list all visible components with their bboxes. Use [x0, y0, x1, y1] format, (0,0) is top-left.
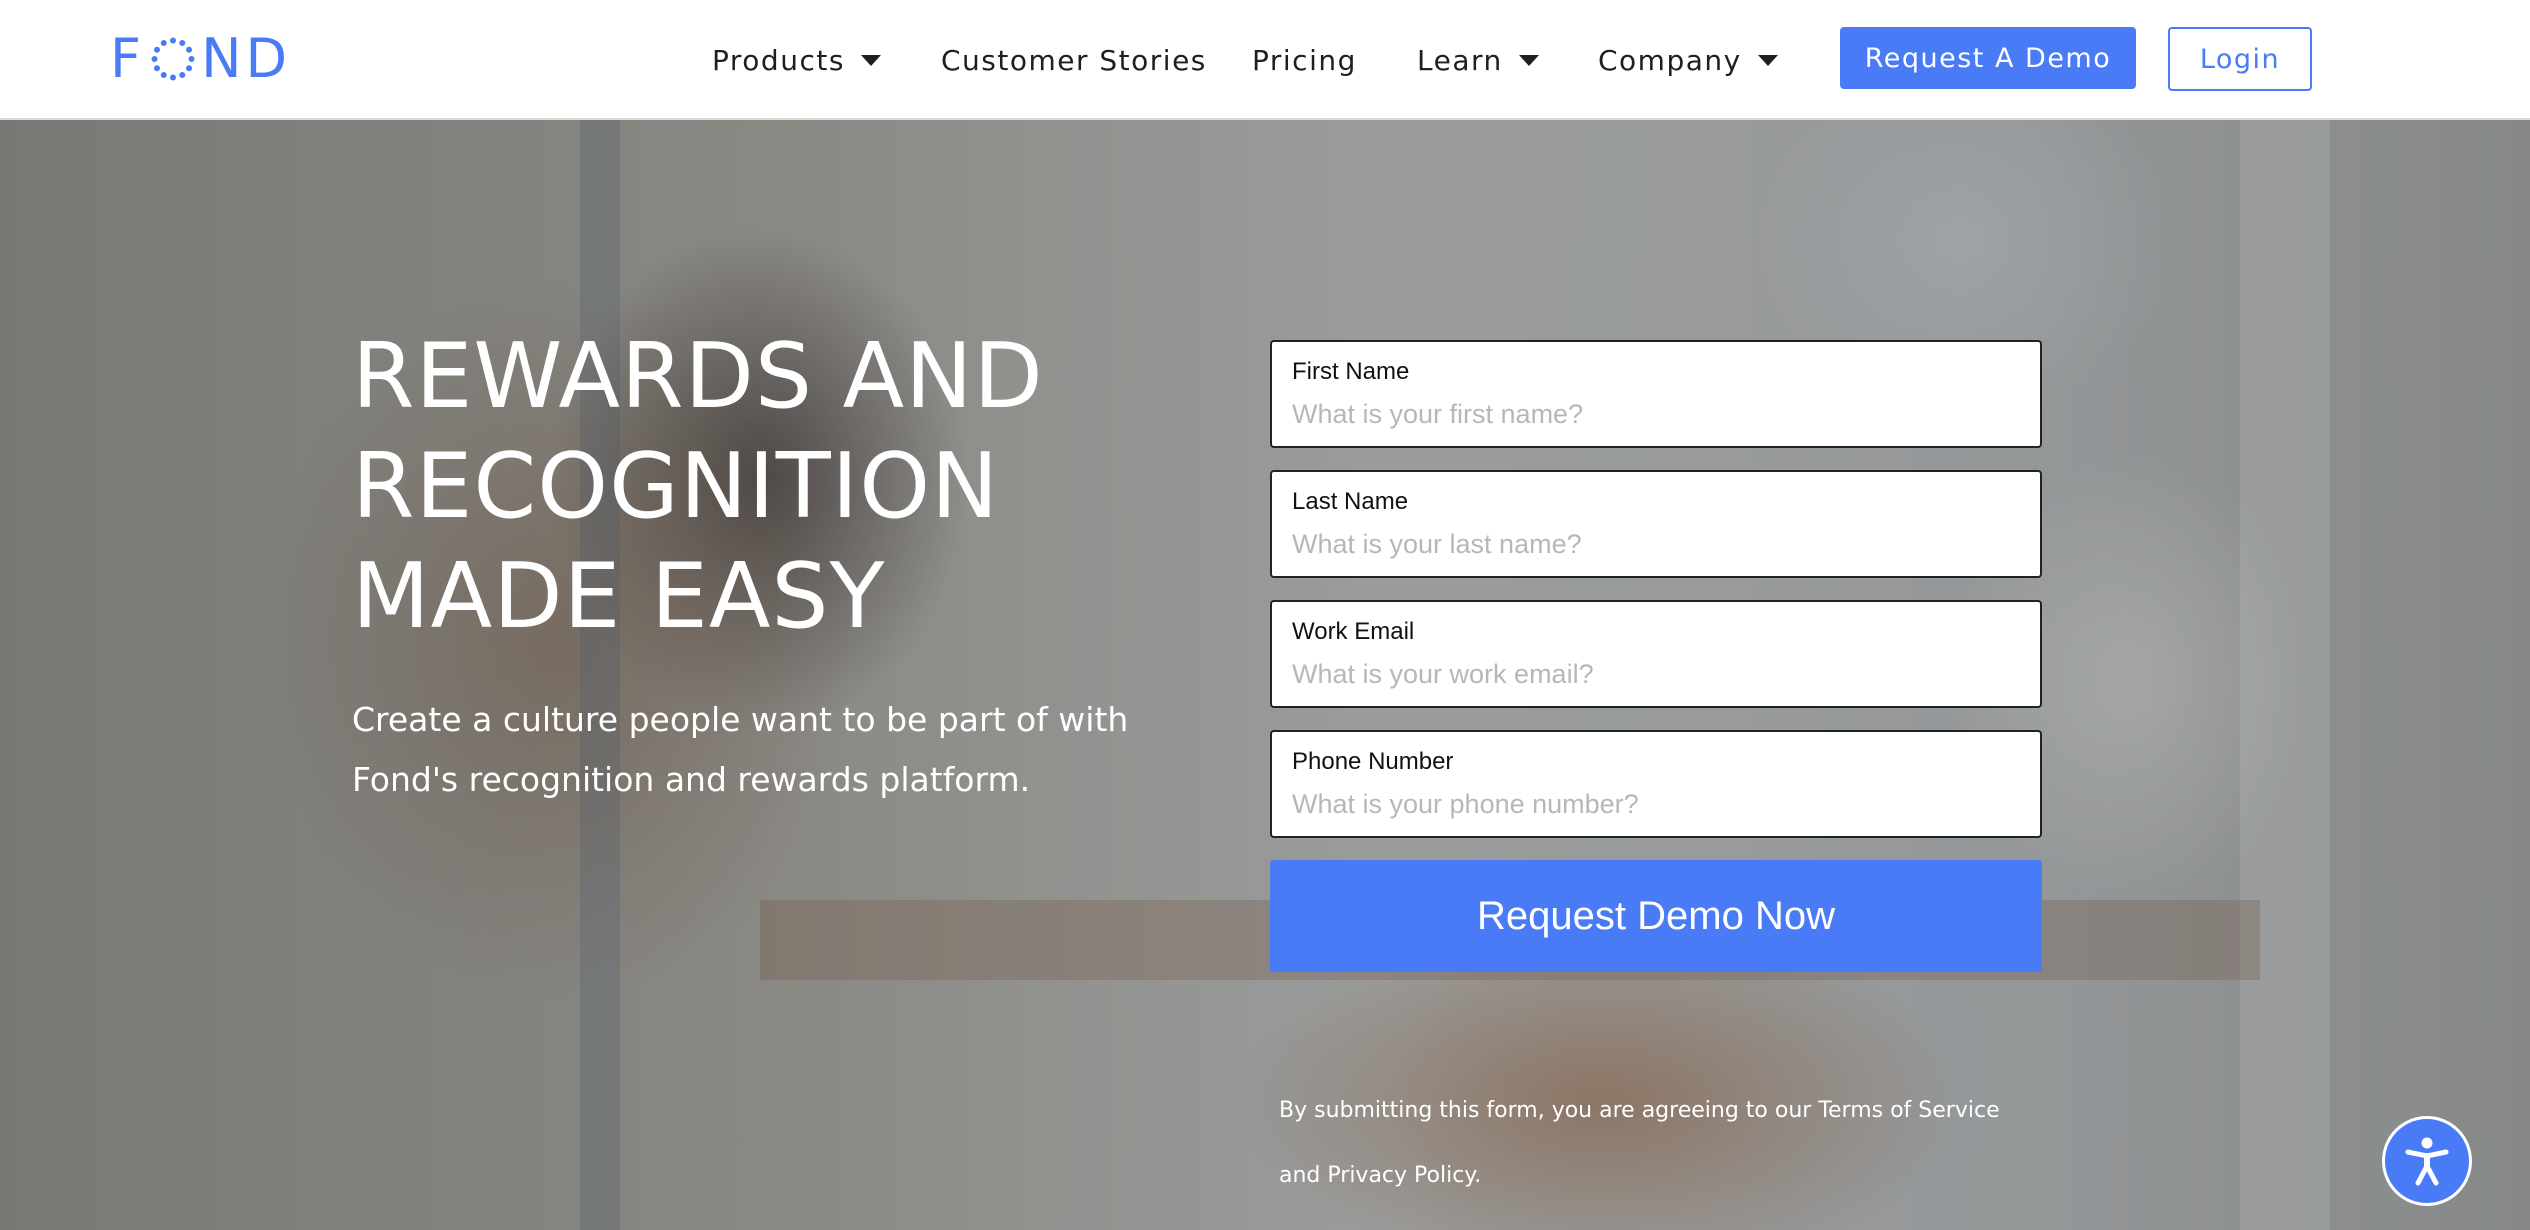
nav-products-label: Products: [712, 43, 845, 77]
caret-down-icon: [1518, 54, 1539, 66]
phone-number-input[interactable]: [1292, 784, 2012, 824]
first-name-label: First Name: [1292, 358, 1410, 385]
hero-subtext: Create a culture people want to be part …: [352, 700, 1129, 799]
nav-company[interactable]: Company: [1598, 40, 1778, 80]
logo-letters-nd: ND: [201, 27, 292, 90]
nav-customer-stories[interactable]: Customer Stories: [941, 40, 1207, 80]
nav-learn[interactable]: Learn: [1417, 40, 1539, 80]
hero-headline: REWARDS AND RECOGNITION MADE EASY: [352, 322, 1112, 652]
work-email-label: Work Email: [1292, 618, 1415, 645]
privacy-policy-link[interactable]: Privacy Policy: [1327, 1163, 1474, 1188]
disclaimer-text: By submitting this form, you are agreein…: [1279, 1098, 1819, 1123]
login-button[interactable]: Login: [2168, 27, 2312, 91]
hero-section: [0, 120, 2530, 1230]
last-name-label: Last Name: [1292, 488, 1409, 515]
work-email-field[interactable]: Work Email: [1270, 600, 2042, 708]
headline-line: MADE EASY: [352, 544, 886, 649]
nav-products[interactable]: Products: [712, 40, 881, 80]
caret-down-icon: [1757, 54, 1778, 66]
accessibility-button[interactable]: [2382, 1116, 2472, 1206]
logo-dotted-ring-icon: [151, 37, 195, 81]
last-name-input[interactable]: [1292, 524, 2012, 564]
nav-pricing[interactable]: Pricing: [1252, 40, 1357, 80]
phone-number-label: Phone Number: [1292, 748, 1454, 775]
phone-number-field[interactable]: Phone Number: [1270, 730, 2042, 838]
hero-background-photo: [0, 120, 2530, 1230]
site-header: F ND Products Customer Stories Pricing L…: [0, 0, 2530, 120]
nav-customer-stories-label: Customer Stories: [941, 43, 1207, 77]
nav-pricing-label: Pricing: [1252, 43, 1357, 77]
headline-line: RECOGNITION: [352, 434, 1000, 539]
last-name-field[interactable]: Last Name: [1270, 470, 2042, 578]
request-a-demo-button[interactable]: Request A Demo: [1840, 27, 2136, 89]
nav-company-label: Company: [1598, 43, 1742, 77]
first-name-field[interactable]: First Name: [1270, 340, 2042, 448]
nav-learn-label: Learn: [1417, 43, 1503, 77]
work-email-input[interactable]: [1292, 654, 2012, 694]
fond-logo[interactable]: F ND: [110, 32, 291, 86]
accessibility-icon: [2405, 1137, 2449, 1186]
form-disclaimer: By submitting this form, you are agreein…: [1279, 1078, 2039, 1208]
logo-letter-f: F: [110, 27, 146, 90]
first-name-input[interactable]: [1292, 394, 2012, 434]
terms-of-service-link[interactable]: Terms of Service: [1818, 1098, 1999, 1123]
caret-down-icon: [860, 54, 881, 66]
disclaimer-text: and: [1279, 1163, 1328, 1188]
disclaimer-text: .: [1474, 1163, 1482, 1188]
headline-line: REWARDS AND: [352, 324, 1044, 429]
request-demo-now-button[interactable]: Request Demo Now: [1270, 860, 2042, 972]
